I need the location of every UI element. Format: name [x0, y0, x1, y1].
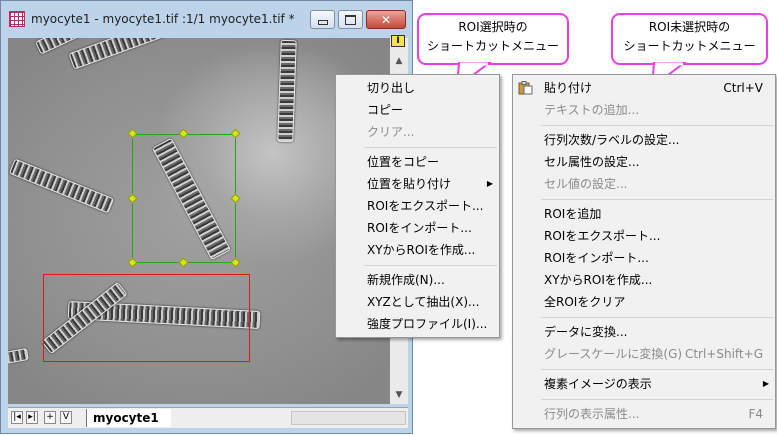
menu-item-label: セル値の設定...: [544, 177, 628, 191]
menu-item-label: 行列次数/ラベルの設定...: [544, 133, 680, 147]
maximize-button[interactable]: [338, 10, 363, 29]
callout-line: ショートカットメニュー: [623, 39, 756, 53]
menu-item-clear[interactable]: クリア...: [336, 121, 499, 143]
menu-separator: [541, 199, 773, 200]
menu-item-label: 新規作成(N)...: [367, 273, 445, 287]
menu-item-label: 行列の表示属性...: [544, 407, 640, 421]
last-sheet-button[interactable]: ▸|: [26, 411, 38, 424]
menu-item-intensity-profile[interactable]: 強度プロファイル(I)...: [336, 313, 499, 335]
menu-item-label: 位置を貼り付け: [367, 177, 452, 191]
menu-item-label: 複素イメージの表示: [544, 377, 652, 391]
menu-item-shortcut: Ctrl+Shift+G: [684, 347, 763, 361]
callout-no-roi: ROI未選択時の ショートカットメニュー: [611, 13, 768, 65]
menu-item-copy-position[interactable]: 位置をコピー: [336, 151, 499, 173]
roi-selected-rectangle[interactable]: [132, 134, 236, 263]
maximize-icon: [345, 14, 356, 25]
menu-item-convert-to-data[interactable]: データに変換...: [513, 321, 775, 343]
menu-item-label: XYからROIを作成...: [367, 243, 476, 257]
scroll-up-icon[interactable]: ▲: [390, 54, 408, 68]
myocyte-cell: [8, 158, 115, 214]
submenu-arrow-icon: ▶: [762, 379, 769, 388]
menu-item-copy[interactable]: コピー: [336, 99, 499, 121]
menu-item-extract-as-xyz[interactable]: XYZとして抽出(X)...: [336, 291, 499, 313]
menu-item-import-roi[interactable]: ROIをインポート...: [513, 247, 775, 269]
menu-item-label: クリア...: [367, 125, 415, 139]
menu-separator: [364, 265, 497, 266]
menu-item-create-roi-from-xy[interactable]: XYからROIを作成...: [336, 239, 499, 261]
menu-item-set-cell-values[interactable]: セル値の設定...: [513, 173, 775, 195]
menu-item-shortcut: Ctrl+V: [723, 81, 763, 95]
menu-item-export-roi[interactable]: ROIをエクスポート...: [513, 225, 775, 247]
submenu-arrow-icon: ▶: [486, 179, 493, 188]
callout-roi-selected: ROI選択時の ショートカットメニュー: [417, 13, 569, 65]
menu-item-label: 切り出し: [367, 81, 416, 95]
minimize-button[interactable]: [310, 10, 335, 29]
sheet-list-button[interactable]: V: [60, 411, 72, 424]
myocyte-cell: [277, 39, 297, 143]
menu-item-clear-all-roi[interactable]: 全ROIをクリア: [513, 291, 775, 313]
menu-item-label: ROIをインポート...: [544, 251, 649, 265]
menu-item-matrix-display-properties[interactable]: 行列の表示属性... F4: [513, 403, 775, 425]
title-bar[interactable]: myocyte1 - myocyte1.tif :1/1 myocyte1.ti…: [1, 1, 412, 39]
menu-item-label: テキストの追加...: [544, 103, 640, 117]
menu-item-label: ROIをエクスポート...: [544, 229, 661, 243]
menu-item-label: ROIをエクスポート...: [367, 199, 484, 213]
menu-item-new[interactable]: 新規作成(N)...: [336, 269, 499, 291]
menu-item-label: ROIをインポート...: [367, 221, 472, 235]
myocyte-cell: [68, 38, 180, 70]
myocyte-cell: [8, 348, 29, 364]
menu-item-label: XYからROIを作成...: [544, 273, 653, 287]
menu-item-convert-to-grayscale[interactable]: グレースケールに変換(G) Ctrl+Shift+G: [513, 343, 775, 365]
menu-item-cut[interactable]: 切り出し: [336, 77, 499, 99]
close-icon: ✕: [380, 12, 392, 27]
menu-item-shortcut: F4: [748, 407, 763, 421]
menu-item-set-cell-properties[interactable]: セル属性の設定...: [513, 151, 775, 173]
menu-item-import-roi[interactable]: ROIをインポート...: [336, 217, 499, 239]
window-title: myocyte1 - myocyte1.tif :1/1 myocyte1.ti…: [31, 12, 295, 26]
menu-item-label: グレースケールに変換(G): [544, 347, 683, 361]
close-button[interactable]: ✕: [366, 10, 406, 29]
paste-icon: [518, 81, 533, 95]
menu-separator: [541, 369, 773, 370]
menu-item-label: セル属性の設定...: [544, 155, 640, 169]
menu-item-label: ROIを追加: [544, 207, 602, 221]
callout-line: ROI未選択時の: [648, 20, 731, 34]
add-sheet-button[interactable]: +: [44, 411, 56, 424]
sheet-tab-bar: |◂ ▸| + V myocyte1: [8, 407, 408, 428]
menu-separator: [541, 125, 773, 126]
menu-separator: [541, 399, 773, 400]
callout-line: ショートカットメニュー: [426, 39, 559, 53]
horizontal-scrollbar[interactable]: [291, 411, 406, 425]
menu-item-label: 位置をコピー: [367, 155, 440, 169]
first-sheet-button[interactable]: |◂: [11, 411, 23, 424]
menu-item-add-text[interactable]: テキストの追加...: [513, 99, 775, 121]
menu-item-label: データに変換...: [544, 325, 628, 339]
menu-item-label: コピー: [367, 103, 404, 117]
menu-item-label: 全ROIをクリア: [544, 295, 626, 309]
roi-unselected-rectangle[interactable]: [43, 274, 250, 362]
menu-item-paste[interactable]: 貼り付け Ctrl+V: [513, 77, 775, 99]
menu-item-create-roi-from-xy[interactable]: XYからROIを作成...: [513, 269, 775, 291]
image-canvas[interactable]: [8, 38, 390, 404]
context-menu-roi-selected: 切り出し コピー クリア... 位置をコピー 位置を貼り付け ▶ ROIをエクスポ…: [335, 74, 500, 338]
menu-item-export-roi[interactable]: ROIをエクスポート...: [336, 195, 499, 217]
menu-separator: [541, 317, 773, 318]
menu-item-paste-position[interactable]: 位置を貼り付け ▶: [336, 173, 499, 195]
menu-item-add-roi[interactable]: ROIを追加: [513, 203, 775, 225]
sheet-tab-myocyte1[interactable]: myocyte1: [86, 409, 171, 427]
callout-line: ROI選択時の: [458, 20, 528, 34]
matrix-window-icon: [9, 11, 25, 27]
minimize-icon: [317, 20, 328, 25]
roi-handle[interactable]: [230, 257, 241, 268]
menu-item-set-dimensions-labels[interactable]: 行列次数/ラベルの設定...: [513, 129, 775, 151]
menu-item-show-complex-image[interactable]: 複素イメージの表示 ▶: [513, 373, 775, 395]
menu-separator: [364, 147, 497, 148]
context-menu-no-roi: 貼り付け Ctrl+V テキストの追加... 行列次数/ラベルの設定... セル…: [512, 74, 776, 429]
menu-item-label: 強度プロファイル(I)...: [367, 317, 488, 331]
menu-item-label: XYZとして抽出(X)...: [367, 295, 480, 309]
scroll-down-icon[interactable]: ▼: [390, 388, 408, 402]
roi-tool-icon[interactable]: I: [391, 35, 405, 47]
menu-item-label: 貼り付け: [544, 81, 593, 95]
